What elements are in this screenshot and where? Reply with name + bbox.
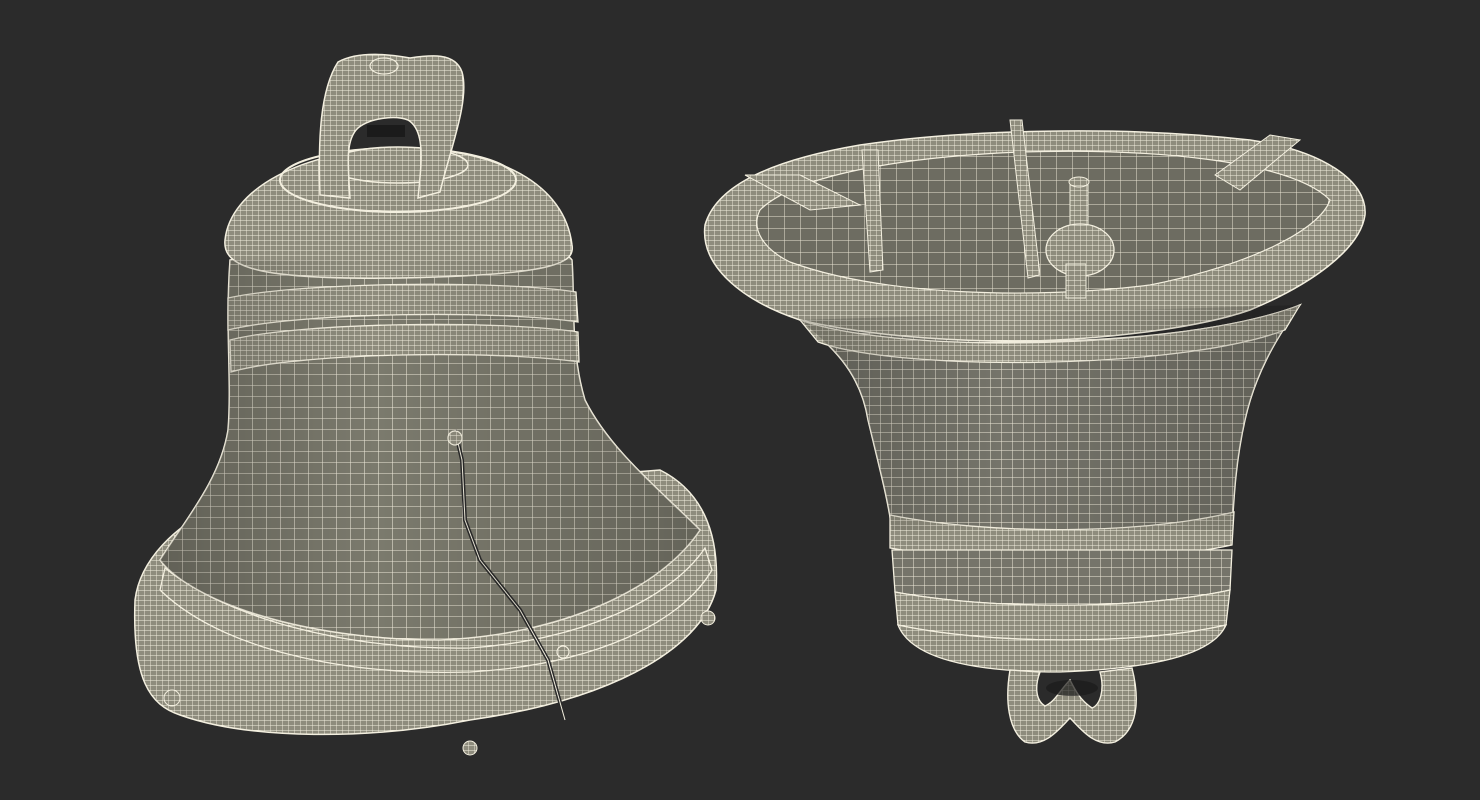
bell-foot <box>163 689 181 707</box>
inverted-bell-crown-handle <box>1007 667 1137 744</box>
bell-foot <box>700 610 716 626</box>
wireframe-scene <box>133 53 1366 756</box>
render-viewport <box>0 0 1480 800</box>
bell-upright <box>133 53 718 756</box>
bell-inverted <box>703 119 1366 744</box>
bell-foot <box>462 740 478 756</box>
